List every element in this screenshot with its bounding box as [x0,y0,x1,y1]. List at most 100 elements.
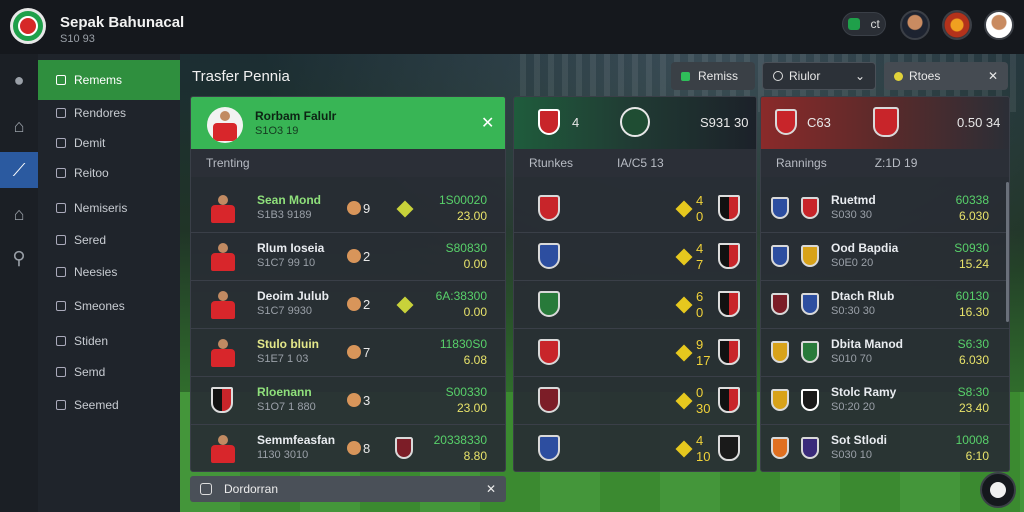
ranking-name: Ruetmd [831,193,876,207]
player-shirt [211,445,235,463]
status-pill[interactable]: ct [842,12,886,36]
sidebar-item-6[interactable]: Sered [38,225,180,255]
club-row[interactable]: 47 [514,233,756,281]
top-bar: Sepak Bahunacal S10 93 ct [0,0,1024,54]
ranking-row[interactable]: Ood Bapdia S0E0 20 S0930 15.24 [761,233,1009,281]
stats-icon[interactable]: ⟋ [0,152,38,188]
ranking-row[interactable]: Dbita Manod S010 70 S6:30 6.030 [761,329,1009,377]
search-field[interactable]: Rtoes ✕ [884,62,1008,90]
club-row[interactable]: 4 10 [514,425,756,471]
sidebar-item-8[interactable]: Smeones [38,291,180,321]
club-stat-b: 0 [696,209,704,224]
sidebar-item-2[interactable]: Rendores [38,98,180,128]
home-icon[interactable]: ⌂ [0,108,38,144]
bank-icon[interactable]: ⌂ [0,196,38,232]
player-row[interactable]: Sean Mond S1B3 9189 9 1S00020 23.00 [191,185,505,233]
close-icon[interactable]: ✕ [988,69,998,83]
rating-diamond-icon [675,248,693,266]
transfer-panel-clubs: 4 S931 30 Rtunkes IA/C5 13 40 47 60 9 17 0… [513,96,757,472]
transfers-dot-icon [681,71,690,81]
help-button[interactable] [980,472,1016,508]
header-mid-value: 4 [572,115,580,130]
panel2-header: 4 S931 30 [514,97,756,149]
ball-icon[interactable]: ● [0,62,38,98]
player-head [218,291,228,301]
player-rank: 7 [363,345,371,360]
rating-diamond-icon [396,200,414,218]
panel3-header-value: 0.50 34 [957,115,1001,130]
sidebar-item-label: Rendores [74,106,127,120]
sidebar-item-7[interactable]: Neesies [38,257,180,287]
player-name: Rloenann [257,385,312,399]
bottom-input-bar[interactable]: Dordorran ✕ [190,476,506,502]
player-row[interactable]: Rloenann S1O7 1 880 3 S00330 23.00 [191,377,505,425]
sidebar-item-label: Reitoo [74,166,109,180]
face-icon [347,345,361,359]
club-row[interactable]: 60 [514,281,756,329]
player-head [218,195,228,205]
panel1-subheader: Trenting [191,149,505,177]
sidebar-item-10[interactable]: Semd [38,357,180,387]
app-logo[interactable] [10,8,46,44]
player-head [218,243,228,253]
player-row[interactable]: Rlum Ioseia S1C7 99 10 2 S80830 0.00 [191,233,505,281]
sidebar-item-5[interactable]: Nemiseris [38,193,180,223]
close-icon[interactable]: ✕ [481,113,494,133]
ranking-meta: S0:20 20 [831,401,876,413]
player-meta: 1130 3010 [257,449,309,461]
player-row[interactable]: Semmfeasfan 1130 3010 8 20338330 8.80 [191,425,505,471]
club-crest-icon [801,341,819,363]
search-icon[interactable]: ⚲ [0,240,38,276]
player-value: 6A:38300 [435,289,487,303]
player-avatar [207,107,243,143]
club-stat-a: 4 [696,241,704,256]
selected-player-name: Rorbam Falulr [255,109,337,123]
player-row[interactable]: Deoim Julub S1C7 9930 2 6A:38300 0.00 [191,281,505,329]
close-icon[interactable]: ✕ [486,482,496,496]
logo-emblem [18,16,38,36]
player-name: Sean Mond [257,193,322,207]
ranking-score: 6:10 [965,449,989,463]
sidebar-item-9[interactable]: Stiden [38,326,180,356]
sidebar-item-4[interactable]: Reitoo [38,158,180,188]
menu-item-icon [56,108,66,118]
ranking-row[interactable]: Stolc Ramy S0:20 20 S8:30 23.40 [761,377,1009,425]
player-meta: S1O7 1 880 [257,401,316,413]
ranking-row[interactable]: Dtach Rlub S0:30 30 60130 16.30 [761,281,1009,329]
ranking-row[interactable]: Sot Stlodi S030 10 10008 6:10 [761,425,1009,471]
filter-label: Riulor [789,69,821,83]
avatar-user[interactable] [900,10,930,40]
player-meta: S1C7 99 10 [257,257,316,269]
club-crest-icon [771,245,789,267]
player-name: Semmfeasfan [257,433,336,447]
club-crest-icon [801,245,819,267]
player-fee: 23.00 [456,401,487,415]
player-fee: 0.00 [463,305,487,319]
filter-dropdown[interactable]: Riulor ⌄ [762,62,876,90]
panel3-subheader: Rannings Z:1D 19 [761,149,1009,177]
player-row[interactable]: Stulo bluin S1E7 1 03 7 11830S0 6.08 [191,329,505,377]
ranking-score: 6.030 [958,353,989,367]
avatar-profile[interactable] [984,10,1014,40]
panel3-scrollbar[interactable] [1006,182,1009,322]
player-shirt [211,301,235,319]
sidebar-item-1[interactable]: Remems [38,60,180,100]
checkbox-icon[interactable] [200,483,212,495]
club-row[interactable]: 40 [514,185,756,233]
club-stat-a: 4 [696,193,704,208]
app-subtitle: S10 93 [60,33,95,45]
transfers-button-label: Remiss [698,69,739,83]
menu-item-icon [56,336,66,346]
transfers-button[interactable]: Remiss [671,62,755,90]
ranking-value: 60338 [955,193,989,207]
player-fee: 6.08 [463,353,487,367]
sidebar-item-11[interactable]: Seemed [38,390,180,420]
club-stat-b: 30 [696,401,711,416]
face-icon [347,201,361,215]
ranking-score: 15.24 [958,257,989,271]
sidebar-item-3[interactable]: Demit [38,128,180,158]
ranking-row[interactable]: Ruetmd S030 30 60338 6.030 [761,185,1009,233]
club-row[interactable]: 0 30 [514,377,756,425]
club-row[interactable]: 9 17 [514,329,756,377]
avatar-club[interactable] [942,10,972,40]
